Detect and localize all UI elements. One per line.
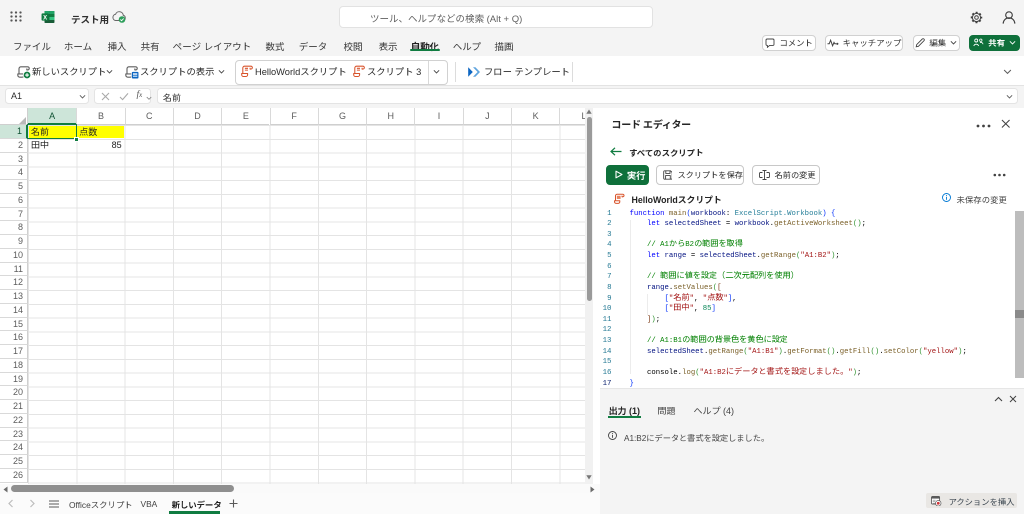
svg-text:X: X [43, 15, 47, 21]
